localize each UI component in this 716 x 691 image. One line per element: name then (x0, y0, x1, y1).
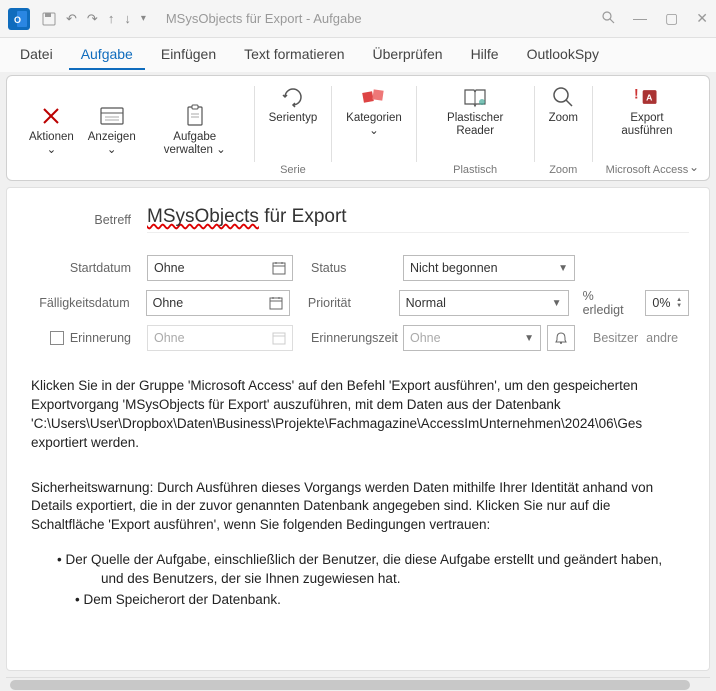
ribbon: Aktionen⌄ Anzeigen⌄ Aufgabe verwalten ⌄ … (6, 75, 710, 181)
status-label: Status (293, 261, 403, 275)
horizontal-scrollbar[interactable] (6, 677, 710, 691)
task-form: Betreff MSysObjects für Export Startdatu… (6, 187, 710, 671)
body-bullet-1: • Der Quelle der Aufgabe, einschließlich… (31, 551, 685, 589)
group-access-label: Microsoft Access (606, 164, 689, 178)
status-field[interactable]: Nicht begonnen▼ (403, 255, 575, 281)
body-bullet-2: • Dem Speicherort der Datenbank. (31, 591, 685, 610)
faelligkeit-label: Fälligkeitsdatum (27, 296, 146, 310)
categories-icon (361, 84, 387, 110)
chevron-down-icon: ▼ (524, 333, 534, 344)
startdatum-field[interactable]: Ohne (147, 255, 293, 281)
outlook-icon: O (8, 8, 30, 30)
view-icon (99, 103, 125, 129)
aktionen-button[interactable]: Aktionen⌄ (23, 101, 80, 159)
group-zoom-label: Zoom (549, 164, 577, 178)
reader-icon (462, 84, 488, 110)
subject-field[interactable]: MSysObjects für Export (147, 206, 689, 233)
erinnerung-checkbox[interactable] (50, 331, 64, 345)
export-ausfuehren-button[interactable]: !A Export ausführen (601, 82, 693, 140)
pct-field[interactable]: 0% ▲▼ (645, 290, 689, 316)
besitzer-label: Besitzer (575, 331, 638, 345)
body-p1: Klicken Sie in der Gruppe 'Microsoft Acc… (31, 377, 685, 453)
menu-ueberpruefen[interactable]: Überprüfen (361, 40, 455, 70)
menu-hilfe[interactable]: Hilfe (459, 40, 511, 70)
undo-icon[interactable]: ↶ (66, 11, 77, 27)
minimize-icon[interactable]: — (633, 10, 647, 27)
svg-text:O: O (14, 15, 21, 25)
recurrence-icon (280, 84, 306, 110)
menu-einfuegen[interactable]: Einfügen (149, 40, 228, 70)
erinnerung-date-field[interactable]: Ohne (147, 325, 293, 351)
redo-icon[interactable]: ↷ (87, 11, 98, 27)
aufgabe-verwalten-button[interactable]: Aufgabe verwalten ⌄ (144, 101, 246, 159)
anzeigen-button[interactable]: Anzeigen⌄ (82, 101, 142, 159)
menu-aufgabe[interactable]: Aufgabe (69, 40, 145, 70)
besitzer-value: andre (638, 331, 678, 345)
save-icon[interactable] (42, 12, 56, 26)
group-plastisch-label: Plastisch (453, 164, 497, 178)
access-export-icon: !A (634, 84, 660, 110)
window-title: MSysObjects für Export - Aufgabe (166, 11, 601, 26)
zoom-icon (550, 84, 576, 110)
qat-dropdown-icon[interactable]: ▾ (141, 13, 146, 24)
erinnerung-label: Erinnerung (70, 331, 131, 345)
chevron-down-icon: ▼ (558, 263, 568, 274)
reminder-sound-button[interactable] (547, 325, 575, 351)
spinner-icon[interactable]: ▲▼ (676, 297, 682, 309)
group-serie-label: Serie (280, 164, 306, 178)
body-p2: Sicherheitswarnung: Durch Ausführen dies… (31, 479, 685, 536)
titlebar: O ↶ ↷ ↑ ↓ ▾ MSysObjects für Export - Auf… (0, 0, 716, 38)
maximize-icon[interactable]: ▢ (665, 10, 678, 27)
prioritaet-label: Priorität (290, 296, 399, 310)
search-icon[interactable] (601, 10, 615, 27)
startdatum-label: Startdatum (27, 261, 147, 275)
ribbon-expand-icon[interactable]: ⌄ (689, 160, 699, 174)
calendar-icon (272, 331, 286, 345)
clipboard-icon (182, 103, 208, 129)
task-body[interactable]: Klicken Sie in der Gruppe 'Microsoft Acc… (7, 359, 709, 626)
erinnerungszeit-label: Erinnerungszeit (293, 331, 403, 345)
down-icon[interactable]: ↓ (124, 11, 131, 26)
scrollbar-thumb[interactable] (10, 680, 690, 690)
calendar-icon[interactable] (272, 261, 286, 275)
pct-label: % erledigt (569, 289, 638, 317)
menu-datei[interactable]: Datei (8, 40, 65, 70)
menubar: Datei Aufgabe Einfügen Text formatieren … (0, 38, 716, 72)
erinnerungszeit-field[interactable]: Ohne▼ (403, 325, 541, 351)
svg-text:!: ! (634, 86, 639, 102)
calendar-icon[interactable] (269, 296, 283, 310)
chevron-down-icon: ▼ (552, 298, 562, 309)
plastischer-reader-button[interactable]: Plastischer Reader (425, 82, 526, 140)
faelligkeit-field[interactable]: Ohne (146, 290, 290, 316)
subject-label: Betreff (27, 213, 147, 227)
close-icon[interactable]: ✕ (696, 10, 708, 27)
quick-access-toolbar: ↶ ↷ ↑ ↓ ▾ (42, 11, 146, 27)
up-icon[interactable]: ↑ (108, 11, 115, 26)
kategorien-button[interactable]: Kategorien⌄ (340, 82, 408, 140)
delete-x-icon (38, 103, 64, 129)
prioritaet-field[interactable]: Normal▼ (399, 290, 569, 316)
svg-text:A: A (646, 92, 653, 102)
bell-icon (554, 331, 568, 345)
zoom-button[interactable]: Zoom (543, 82, 584, 127)
menu-text-formatieren[interactable]: Text formatieren (232, 40, 356, 70)
menu-outlookspy[interactable]: OutlookSpy (515, 40, 611, 70)
serientyp-button[interactable]: Serientyp (263, 82, 324, 127)
